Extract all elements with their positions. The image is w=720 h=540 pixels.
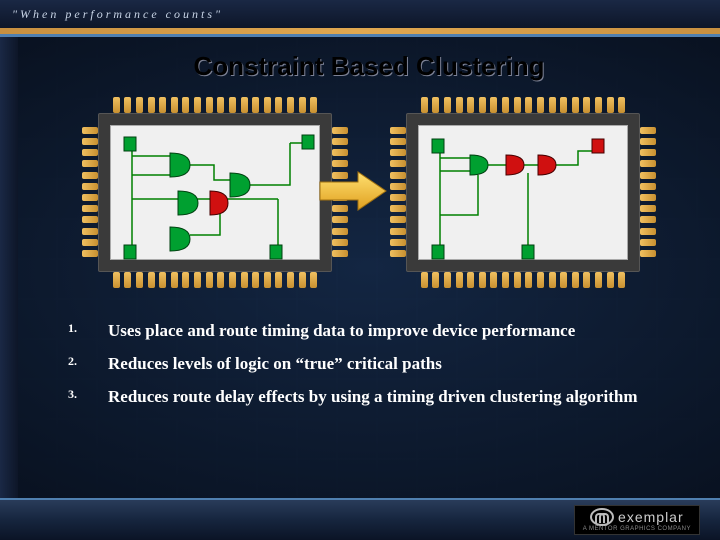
list-text: Reduces levels of logic on “true” critic…	[108, 353, 442, 376]
list-text: Uses place and route timing data to impr…	[108, 320, 575, 343]
list-number: 3.	[68, 386, 108, 409]
logo-text: exemplar	[618, 509, 684, 525]
logo: exemplar A MENTOR GRAPHICS COMPANY	[574, 505, 700, 535]
logo-subtext: A MENTOR GRAPHICS COMPANY	[583, 526, 691, 532]
list-text: Reduces route delay effects by using a t…	[108, 386, 637, 409]
chip-pins	[390, 123, 406, 262]
list-item: 2. Reduces levels of logic on “true” cri…	[68, 353, 670, 376]
circuit-before	[110, 125, 320, 260]
left-edge	[0, 37, 18, 498]
chip-before	[80, 95, 350, 290]
list-number: 1.	[68, 320, 108, 343]
figure	[48, 92, 690, 292]
list-item: 3. Reduces route delay effects by using …	[68, 386, 670, 409]
chip-pins	[416, 97, 630, 113]
chip-pins	[640, 123, 656, 262]
tagline: "When performance counts"	[12, 7, 223, 22]
list-number: 2.	[68, 353, 108, 376]
header-bar: "When performance counts"	[0, 0, 720, 28]
chip-pins	[416, 272, 630, 288]
circuit-after	[418, 125, 628, 260]
bullet-list: 1. Uses place and route timing data to i…	[48, 320, 690, 409]
chip-pins	[82, 123, 98, 262]
chip-pins	[108, 97, 322, 113]
logo-icon	[590, 508, 614, 526]
list-item: 1. Uses place and route timing data to i…	[68, 320, 670, 343]
slide-content: Constraint Based Clustering	[18, 37, 720, 498]
chip-pins	[108, 272, 322, 288]
arrow-icon	[318, 170, 388, 212]
footer: exemplar A MENTOR GRAPHICS COMPANY	[0, 498, 720, 540]
slide-title: Constraint Based Clustering	[48, 51, 690, 82]
chip-after	[388, 95, 658, 290]
